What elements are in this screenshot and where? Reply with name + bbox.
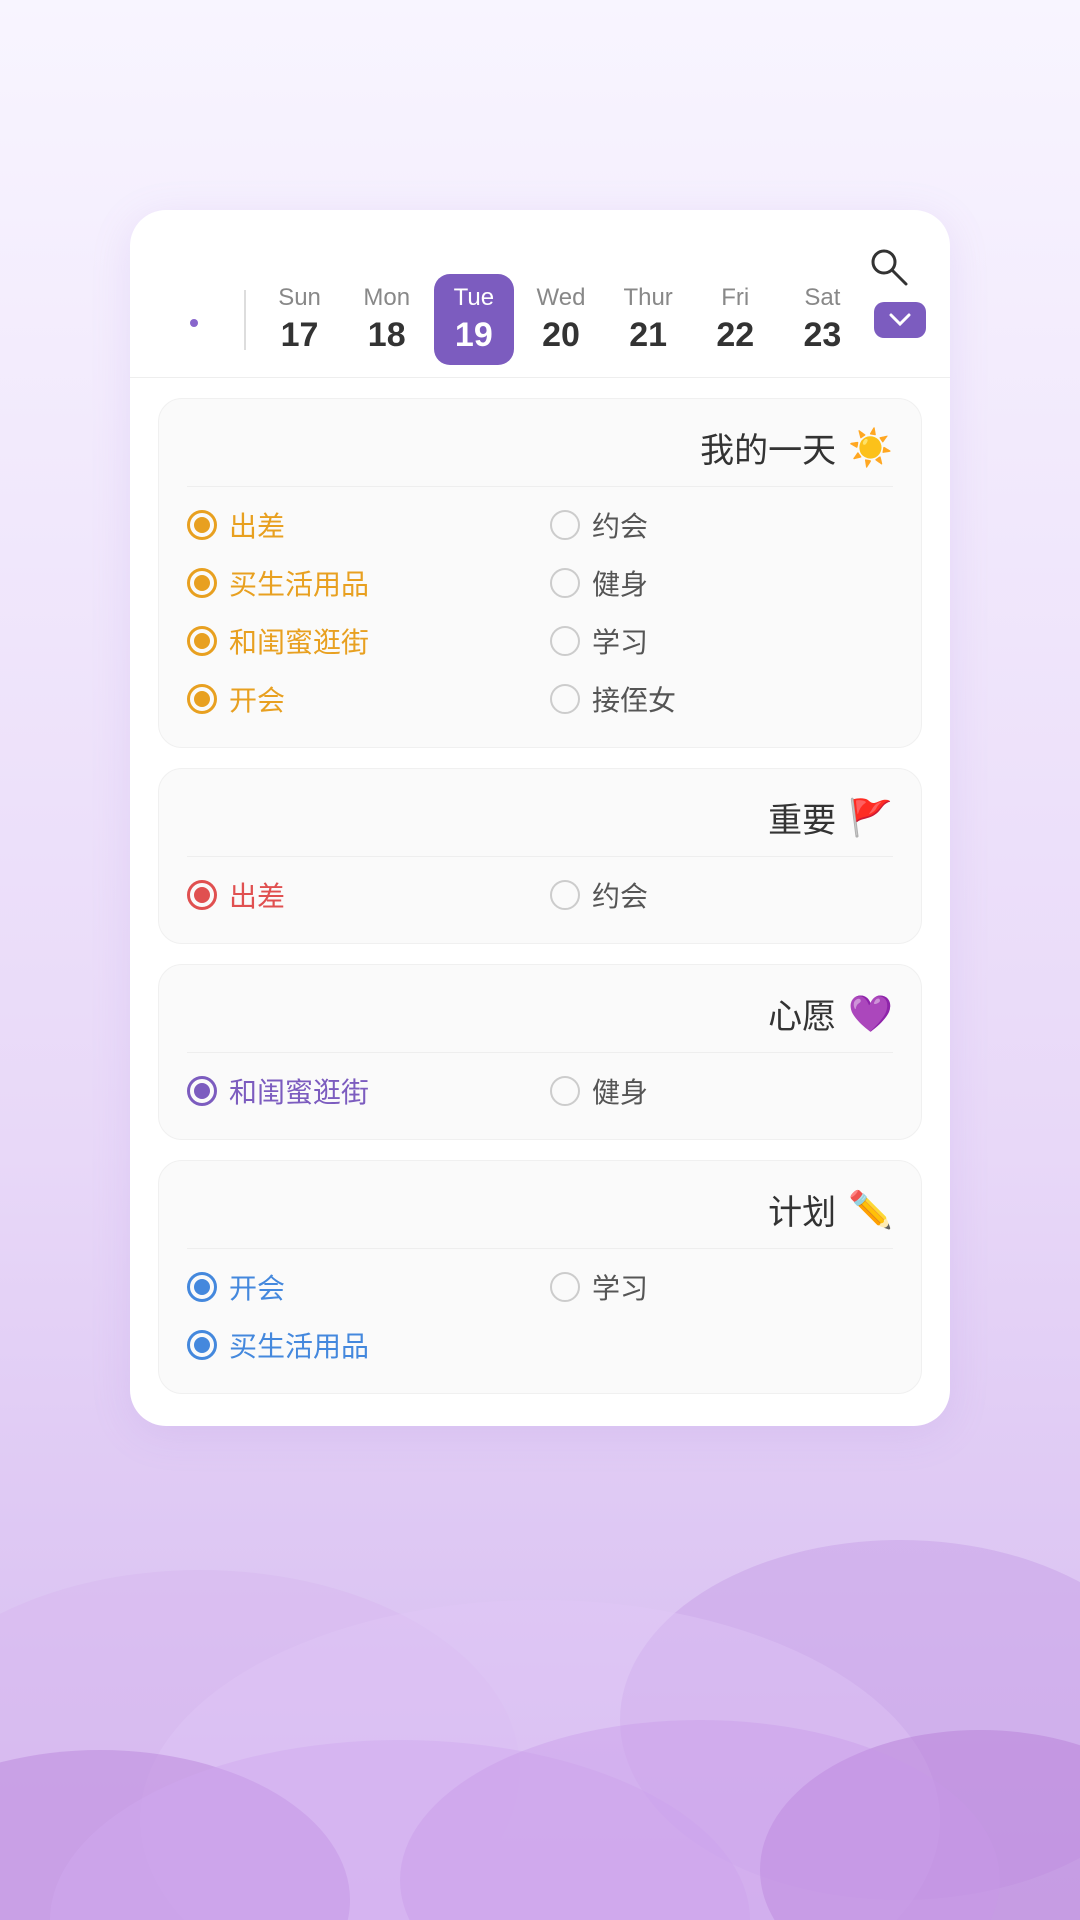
day-name: Sat — [804, 284, 840, 312]
day-name: Fri — [721, 284, 749, 312]
task-radio[interactable] — [187, 1330, 217, 1360]
month-dot — [190, 319, 198, 327]
week-divider — [244, 290, 246, 350]
task-item[interactable]: 接侄女 — [550, 679, 893, 719]
task-radio[interactable] — [187, 684, 217, 714]
day-number: 22 — [716, 316, 754, 355]
task-radio[interactable] — [550, 626, 580, 656]
dropdown-button[interactable] — [874, 302, 926, 338]
day-number: 19 — [455, 316, 493, 355]
task-label: 和闺蜜逛街 — [229, 1071, 369, 1111]
month-label — [154, 313, 234, 327]
day-number: 18 — [368, 316, 406, 355]
task-label: 约会 — [592, 505, 648, 545]
task-radio[interactable] — [550, 684, 580, 714]
task-label: 学习 — [592, 1267, 648, 1307]
task-radio[interactable] — [187, 568, 217, 598]
task-item[interactable]: 学习 — [550, 1267, 893, 1307]
sections-wrapper: 我的一天☀️出差约会买生活用品健身和闺蜜逛街学习开会接侄女重要🚩出差约会心愿💜和… — [130, 378, 950, 1426]
task-radio[interactable] — [550, 568, 580, 598]
task-radio[interactable] — [550, 880, 580, 910]
card-header — [130, 210, 950, 246]
main-card: Sun 17 Mon 18 Tue 19 Wed 20 Thur 21 Fri 22 Sat 23 我的一… — [130, 210, 950, 1426]
task-label: 开会 — [229, 679, 285, 719]
day-name: Mon — [363, 284, 410, 312]
task-item[interactable]: 开会 — [187, 1267, 530, 1307]
section-my-day: 我的一天 ☀️ 出差 约会买生活用品 健身和闺蜜逛街 学习开会 接侄女 — [158, 398, 922, 748]
day-number: 23 — [803, 316, 841, 355]
task-item[interactable]: 和闺蜜逛街 — [187, 1071, 530, 1111]
section-plan: 计划 ✏️ 开会 学习买生活用品 — [158, 1160, 922, 1394]
task-label: 买生活用品 — [229, 1325, 369, 1365]
task-radio[interactable] — [550, 1076, 580, 1106]
week-strip: Sun 17 Mon 18 Tue 19 Wed 20 Thur 21 Fri 22 Sat 23 — [130, 246, 950, 378]
task-item[interactable]: 健身 — [550, 1071, 893, 1111]
task-label: 接侄女 — [592, 679, 676, 719]
section-header-plan: 计划 ✏️ — [187, 1185, 893, 1249]
section-icon-wish: 💜 — [848, 993, 893, 1035]
task-label: 买生活用品 — [229, 563, 369, 603]
task-item[interactable]: 学习 — [550, 621, 893, 661]
task-grid-my-day: 出差 约会买生活用品 健身和闺蜜逛街 学习开会 接侄女 — [187, 505, 893, 719]
task-item[interactable]: 出差 — [187, 875, 530, 915]
task-label: 学习 — [592, 621, 648, 661]
section-title-wish: 心愿 — [768, 989, 836, 1038]
day-number: 20 — [542, 316, 580, 355]
day-cell-tue[interactable]: Tue 19 — [434, 274, 514, 365]
task-label: 健身 — [592, 563, 648, 603]
task-grid-wish: 和闺蜜逛街 健身 — [187, 1071, 893, 1111]
section-header-wish: 心愿 💜 — [187, 989, 893, 1053]
task-item[interactable]: 健身 — [550, 563, 893, 603]
day-cell-sat[interactable]: Sat 23 — [782, 274, 862, 365]
section-icon-important: 🚩 — [848, 797, 893, 839]
task-radio[interactable] — [550, 1272, 580, 1302]
task-item[interactable]: 买生活用品 — [187, 1325, 530, 1365]
task-radio[interactable] — [187, 1272, 217, 1302]
task-radio[interactable] — [187, 1076, 217, 1106]
section-wish: 心愿 💜 和闺蜜逛街 健身 — [158, 964, 922, 1140]
day-number: 21 — [629, 316, 667, 355]
day-name: Wed — [537, 284, 586, 312]
task-item[interactable]: 开会 — [187, 679, 530, 719]
section-title-plan: 计划 — [768, 1185, 836, 1234]
day-cell-wed[interactable]: Wed 20 — [521, 274, 601, 365]
task-radio[interactable] — [187, 510, 217, 540]
search-icon[interactable] — [866, 244, 910, 288]
section-icon-plan: ✏️ — [848, 1189, 893, 1231]
task-label: 出差 — [229, 875, 285, 915]
day-cell-fri[interactable]: Fri 22 — [695, 274, 775, 365]
day-name: Sun — [278, 284, 321, 312]
week-days: Sun 17 Mon 18 Tue 19 Wed 20 Thur 21 Fri 22 Sat 23 — [256, 274, 866, 365]
task-label: 和闺蜜逛街 — [229, 621, 369, 661]
task-radio[interactable] — [187, 626, 217, 656]
task-radio[interactable] — [550, 510, 580, 540]
task-item[interactable]: 约会 — [550, 875, 893, 915]
task-item[interactable]: 和闺蜜逛街 — [187, 621, 530, 661]
task-label: 健身 — [592, 1071, 648, 1111]
section-important: 重要 🚩 出差 约会 — [158, 768, 922, 944]
task-item[interactable]: 约会 — [550, 505, 893, 545]
task-radio[interactable] — [187, 880, 217, 910]
task-item[interactable]: 买生活用品 — [187, 563, 530, 603]
day-number: 17 — [281, 316, 319, 355]
section-header-important: 重要 🚩 — [187, 793, 893, 857]
day-name: Tue — [454, 284, 494, 312]
section-title-my-day: 我的一天 — [700, 423, 836, 472]
day-cell-mon[interactable]: Mon 18 — [347, 274, 427, 365]
day-cell-thur[interactable]: Thur 21 — [608, 274, 688, 365]
task-label: 约会 — [592, 875, 648, 915]
day-cell-sun[interactable]: Sun 17 — [260, 274, 340, 365]
task-item[interactable]: 出差 — [187, 505, 530, 545]
task-grid-important: 出差 约会 — [187, 875, 893, 915]
section-title-important: 重要 — [768, 793, 836, 842]
task-grid-plan: 开会 学习买生活用品 — [187, 1267, 893, 1365]
day-name: Thur — [623, 284, 672, 312]
section-header-my-day: 我的一天 ☀️ — [187, 423, 893, 487]
task-label: 出差 — [229, 505, 285, 545]
section-icon-my-day: ☀️ — [848, 427, 893, 469]
task-label: 开会 — [229, 1267, 285, 1307]
